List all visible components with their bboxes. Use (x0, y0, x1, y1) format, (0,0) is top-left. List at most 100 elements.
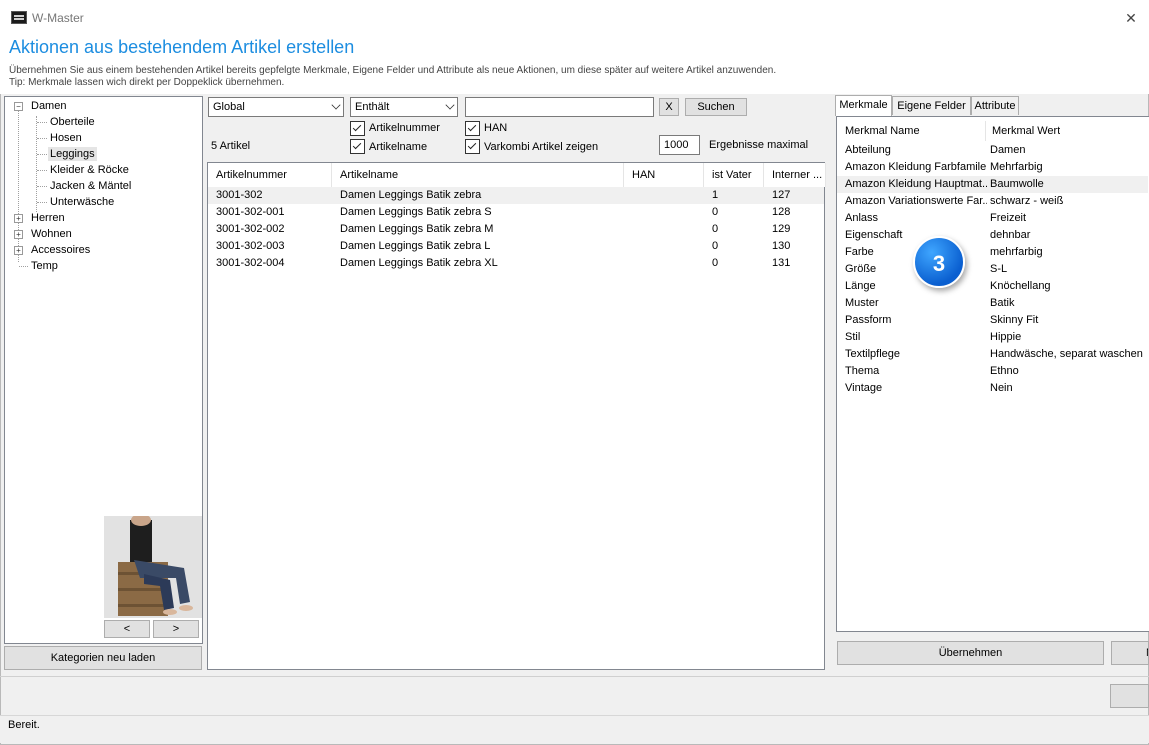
property-row[interactable]: Textilpflege Handwäsche, separat waschen (837, 346, 1148, 363)
header-merkmal-name: Merkmal Name (845, 125, 920, 137)
column-header-0[interactable]: Artikelnummer (208, 163, 332, 187)
result-count: 5 Artikel (211, 140, 251, 152)
tree-item-herren[interactable]: Herren (29, 211, 67, 225)
property-name: Amazon Kleidung Hauptmat... (845, 178, 987, 190)
property-name: Amazon Kleidung Farbfamile (845, 161, 987, 173)
property-value: Batik (990, 297, 1015, 309)
property-name: Abteilung (845, 144, 891, 156)
app-icon (11, 11, 27, 24)
column-header-3[interactable]: ist Vater (704, 163, 764, 187)
tree-connector (37, 170, 47, 171)
max-results-input[interactable]: 1000 (659, 135, 700, 155)
table-row[interactable]: 3001-302 Damen Leggings Batik zebra 1 127 (208, 187, 824, 204)
property-row[interactable]: Amazon Kleidung Hauptmat... Baumwolle (837, 176, 1148, 193)
search-button[interactable]: Suchen (685, 98, 747, 116)
property-row[interactable]: Größe S-L (837, 261, 1148, 278)
varkombi-checkbox[interactable] (465, 139, 480, 154)
tree-item-accessoires[interactable]: Accessoires (29, 243, 92, 257)
property-row[interactable]: Vintage Nein (837, 380, 1148, 397)
han-checkbox-label: HAN (484, 122, 508, 134)
results-grid[interactable]: Artikelnummer Artikelname HAN ist Vater Inte… (207, 162, 826, 670)
table-row[interactable]: 3001-302-004 Damen Leggings Batik zebra X… (208, 255, 824, 272)
tab-eigene-felder[interactable]: Eigene Felder (892, 96, 971, 115)
tab-merkmale[interactable]: Merkmale (835, 95, 892, 116)
collapse-icon[interactable]: − (14, 102, 23, 111)
tree-connector (37, 122, 47, 123)
next-image-button[interactable]: > (153, 620, 199, 638)
artikelname-checkbox[interactable] (350, 139, 365, 154)
table-cell: Damen Leggings Batik zebra (340, 189, 482, 201)
property-row[interactable]: Abteilung Damen (837, 142, 1148, 159)
tree-item-hosen[interactable]: Hosen (48, 131, 84, 145)
property-value: Baumwolle (990, 178, 1044, 190)
clear-search-button[interactable]: X (659, 98, 679, 116)
han-checkbox[interactable] (465, 121, 480, 136)
description-line-2: Tip: Merkmale lassen wich direkt per Dop… (9, 77, 285, 88)
property-row[interactable]: Anlass Freizeit (837, 210, 1148, 227)
property-row[interactable]: Amazon Kleidung Farbfamile Mehrfarbig (837, 159, 1148, 176)
scope-select[interactable]: Global (208, 97, 344, 117)
varkombi-checkbox-label: Varkombi Artikel zeigen (484, 141, 599, 153)
mode-select[interactable]: Enthält (350, 97, 458, 117)
property-row[interactable]: Passform Skinny Fit (837, 312, 1148, 329)
property-row[interactable]: Muster Batik (837, 295, 1148, 312)
table-row[interactable]: 3001-302-002 Damen Leggings Batik zebra M… (208, 221, 824, 238)
table-cell: 131 (772, 257, 791, 269)
property-row[interactable]: Thema Ethno (837, 363, 1148, 380)
artikelnummer-checkbox[interactable] (350, 121, 365, 136)
property-name: Textilpflege (845, 348, 901, 360)
table-cell: 0 (712, 223, 719, 235)
table-cell: 127 (772, 189, 791, 201)
prev-image-button[interactable]: < (104, 620, 150, 638)
property-name: Passform (845, 314, 892, 326)
property-value: Handwäsche, separat waschen (990, 348, 1143, 360)
apply-button[interactable]: Übernehmen (837, 641, 1104, 665)
tree-item-damen[interactable]: Damen (29, 99, 68, 113)
property-name: Anlass (845, 212, 879, 224)
tree-connector (37, 186, 47, 187)
table-cell: 1 (712, 189, 719, 201)
properties-list[interactable]: Merkmal Name Merkmal Wert Abteilung Damen… (836, 116, 1149, 632)
property-value: dehnbar (990, 229, 1031, 241)
description-line-1: Übernehmen Sie aus einem bestehenden Art… (9, 65, 777, 76)
expand-icon[interactable]: + (14, 214, 23, 223)
window-title: W-Master (32, 11, 84, 25)
table-cell: Damen Leggings Batik zebra L (340, 240, 491, 252)
property-row[interactable]: Amazon Variationswerte Far... schwarz - w… (837, 193, 1148, 210)
property-name: Muster (845, 297, 879, 309)
column-header-1[interactable]: Artikelname (332, 163, 624, 187)
expand-icon[interactable]: + (14, 246, 23, 255)
table-row[interactable]: 3001-302-001 Damen Leggings Batik zebra S… (208, 204, 824, 221)
tree-item-leggings[interactable]: Leggings (48, 147, 97, 161)
column-header-2[interactable]: HAN (624, 163, 704, 187)
property-row[interactable]: Eigenschaft dehnbar (837, 227, 1148, 244)
expand-icon[interactable]: + (14, 230, 23, 239)
close-button[interactable]: ✕ (1117, 6, 1145, 30)
tree-item-jacken-mäntel[interactable]: Jacken & Mäntel (48, 179, 133, 193)
table-row[interactable]: 3001-302-003 Damen Leggings Batik zebra L… (208, 238, 824, 255)
tree-item-unterwäsche[interactable]: Unterwäsche (48, 195, 116, 209)
search-input[interactable] (465, 97, 654, 117)
reload-categories-button[interactable]: Kategorien neu laden (4, 646, 202, 670)
detail-tabs: Merkmale Eigene Felder Attribute (833, 95, 1149, 116)
tab-attribute[interactable]: Attribute (971, 96, 1019, 115)
tree-item-temp[interactable]: Temp (29, 259, 60, 273)
tree-item-oberteile[interactable]: Oberteile (48, 115, 97, 129)
property-value: Knöchellang (990, 280, 1051, 292)
next-button[interactable]: N (1111, 641, 1149, 665)
footer-button[interactable] (1110, 684, 1149, 708)
property-row[interactable]: Länge Knöchellang (837, 278, 1148, 295)
table-cell: 3001-302-001 (216, 206, 285, 218)
tree-item-wohnen[interactable]: Wohnen (29, 227, 74, 241)
property-name: Eigenschaft (845, 229, 903, 241)
property-value: Freizeit (990, 212, 1027, 224)
table-cell: 3001-302-002 (216, 223, 285, 235)
tree-connector (37, 154, 47, 155)
property-row[interactable]: Farbe mehrfarbig (837, 244, 1148, 261)
property-value: mehrfarbig (990, 246, 1043, 258)
tree-item-kleider-röcke[interactable]: Kleider & Röcke (48, 163, 131, 177)
property-value: Mehrfarbig (990, 161, 1043, 173)
property-value: Nein (990, 382, 1013, 394)
column-header-4[interactable]: Interner ... (764, 163, 826, 187)
property-row[interactable]: Stil Hippie (837, 329, 1148, 346)
